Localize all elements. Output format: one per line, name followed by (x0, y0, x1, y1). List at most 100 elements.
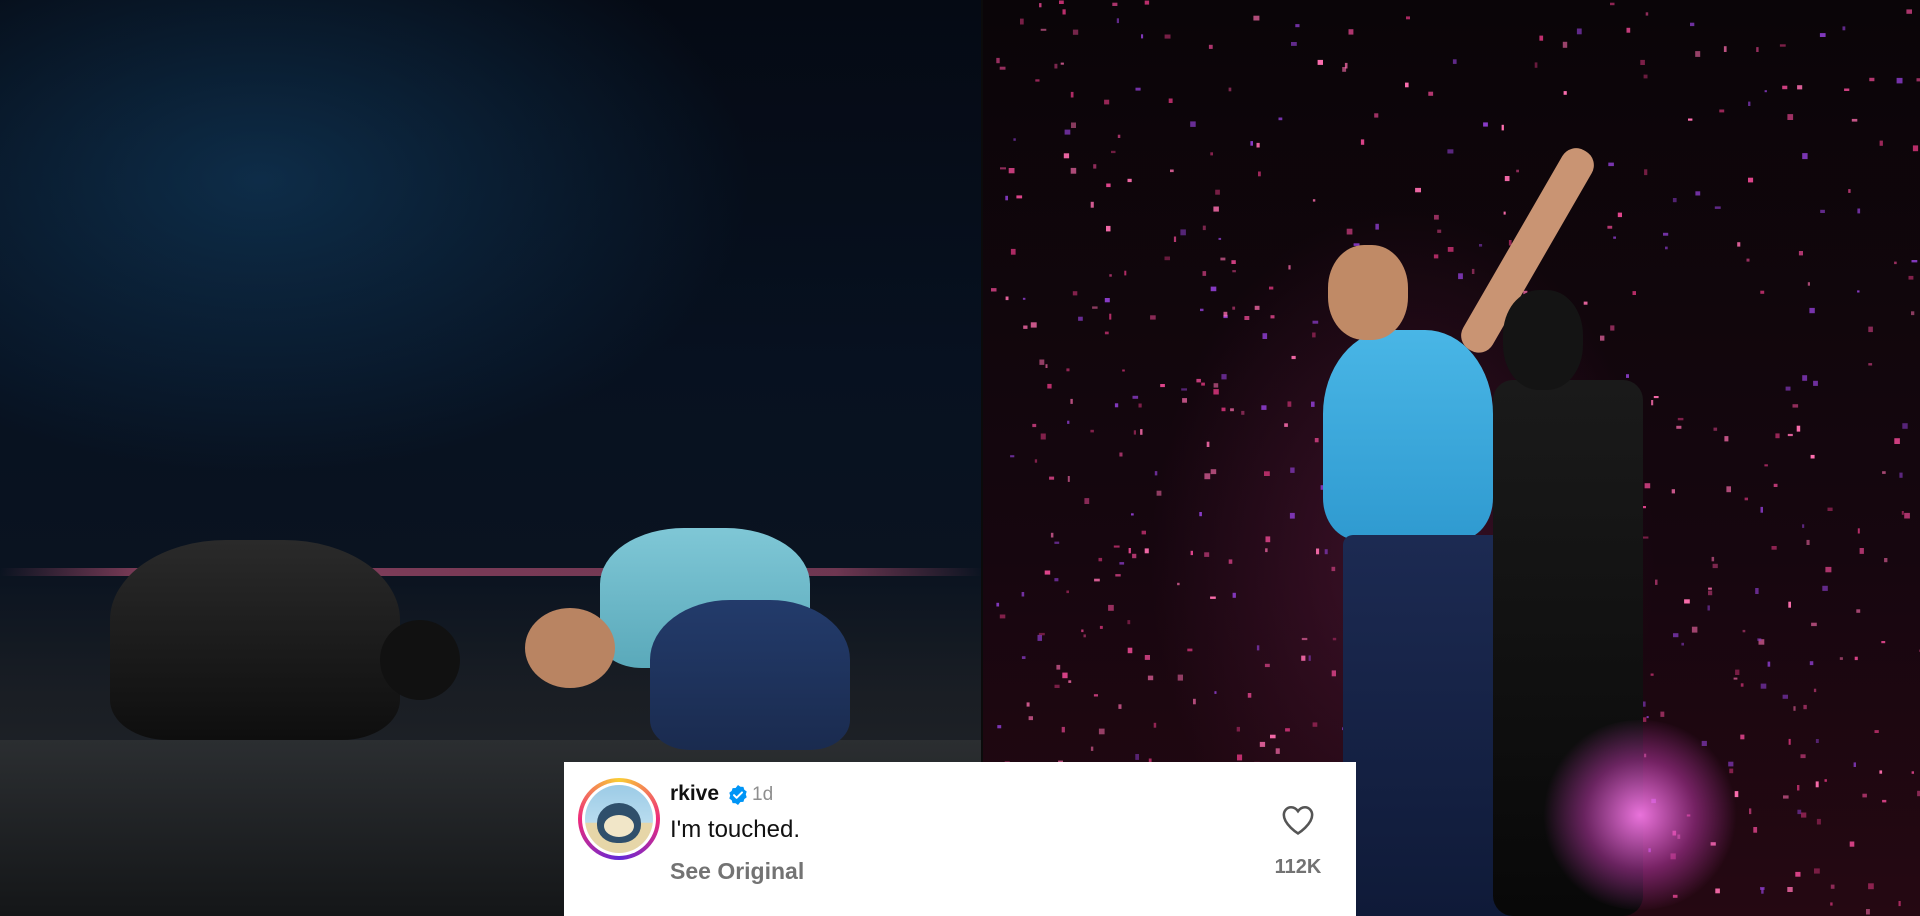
confetti-piece (1193, 698, 1196, 705)
confetti-piece (1127, 178, 1132, 183)
avatar[interactable] (578, 778, 660, 860)
confetti-piece (1539, 35, 1544, 41)
confetti-piece (1882, 471, 1886, 474)
confetti-piece (1740, 734, 1745, 740)
confetti-piece (1857, 290, 1860, 293)
confetti-piece (1081, 629, 1084, 633)
confetti-piece (1072, 29, 1079, 35)
confetti-piece (1894, 261, 1897, 265)
confetti-piece (1643, 74, 1648, 79)
confetti-piece (1881, 641, 1886, 644)
confetti-piece (1250, 141, 1253, 146)
performer-head-light (525, 608, 615, 688)
confetti-piece (1054, 578, 1059, 582)
confetti-piece (1093, 694, 1098, 697)
confetti-piece (1827, 507, 1833, 511)
confetti-piece (1253, 15, 1260, 21)
confetti-piece (1066, 368, 1070, 372)
confetti-piece (1104, 99, 1110, 105)
confetti-piece (1610, 325, 1615, 331)
confetti-piece (1809, 307, 1815, 314)
stage-light-glow (1540, 720, 1740, 910)
confetti-piece (1160, 384, 1165, 388)
confetti-piece (1613, 236, 1616, 239)
confetti-piece (1779, 44, 1786, 47)
confetti-piece (1748, 101, 1751, 106)
confetti-piece (1035, 79, 1040, 82)
confetti-piece (1902, 423, 1908, 429)
confetti-piece (1204, 473, 1211, 480)
confetti-piece (1562, 41, 1568, 48)
comment-timestamp: 1d (752, 784, 774, 805)
confetti-piece (1156, 490, 1162, 496)
confetti-piece (999, 66, 1006, 70)
confetti-piece (1374, 113, 1379, 118)
heart-icon[interactable] (1281, 804, 1315, 836)
confetti-piece (1140, 429, 1143, 435)
confetti-piece (1626, 374, 1629, 378)
confetti-piece (996, 602, 1000, 607)
confetti-piece (1016, 195, 1023, 199)
confetti-piece (1452, 59, 1457, 64)
confetti-piece (1760, 506, 1763, 513)
confetti-piece (1854, 656, 1858, 661)
confetti-piece (1182, 398, 1187, 403)
performer-head-black-hair (1503, 290, 1583, 390)
confetti-piece (1289, 512, 1295, 519)
confetti-piece (1270, 315, 1275, 319)
confetti-piece (997, 725, 1002, 729)
confetti-piece (1715, 888, 1720, 894)
confetti-piece (1908, 275, 1914, 280)
confetti-piece (1287, 401, 1292, 407)
confetti-piece (1210, 286, 1217, 292)
confetti-piece (1037, 634, 1042, 641)
confetti-piece (1275, 748, 1280, 754)
confetti-piece (1695, 51, 1701, 57)
confetti-piece (1653, 396, 1659, 399)
singer-head (1328, 245, 1408, 340)
confetti-piece (1128, 548, 1131, 554)
confetti-piece (1098, 557, 1103, 562)
confetti-piece (1813, 380, 1818, 386)
confetti-piece (1135, 754, 1139, 760)
confetti-piece (1775, 433, 1780, 439)
confetti-piece (1879, 770, 1883, 774)
confetti-piece (1013, 138, 1016, 141)
confetti-piece (1447, 149, 1454, 154)
confetti-piece (1501, 124, 1504, 131)
confetti-piece (1113, 545, 1120, 548)
confetti-piece (1132, 553, 1137, 559)
confetti-piece (1020, 18, 1024, 25)
see-original-link[interactable]: See Original (670, 858, 804, 885)
confetti-piece (1062, 9, 1066, 15)
confetti-piece (1232, 270, 1236, 273)
confetti-piece (1773, 483, 1778, 487)
confetti-piece (1232, 592, 1236, 598)
comment-username[interactable]: rkive (670, 782, 719, 806)
confetti-piece (1810, 454, 1815, 459)
singer-blue-tshirt (1323, 330, 1493, 540)
confetti-piece (1038, 632, 1045, 636)
confetti-piece (1264, 663, 1270, 668)
confetti-piece (1236, 726, 1240, 732)
confetti-piece (1869, 77, 1875, 82)
confetti-piece (1724, 436, 1729, 442)
confetti-piece (1748, 177, 1754, 183)
confetti-piece (1760, 683, 1767, 689)
confetti-piece (1331, 566, 1336, 572)
confetti-piece (1782, 694, 1788, 699)
confetti-piece (1785, 386, 1791, 391)
confetti-piece (1144, 655, 1150, 660)
confetti-piece (1228, 559, 1233, 564)
confetti-piece (1607, 225, 1613, 229)
confetti-piece (1045, 364, 1048, 368)
confetti-piece (1054, 63, 1058, 69)
confetti-piece (1744, 497, 1748, 501)
confetti-piece (1797, 809, 1802, 815)
confetti-piece (1199, 512, 1202, 517)
confetti-piece (1164, 34, 1171, 39)
confetti-piece (1760, 290, 1765, 294)
confetti-piece (1039, 359, 1045, 365)
confetti-piece (1295, 24, 1300, 28)
confetti-piece (1265, 548, 1268, 553)
